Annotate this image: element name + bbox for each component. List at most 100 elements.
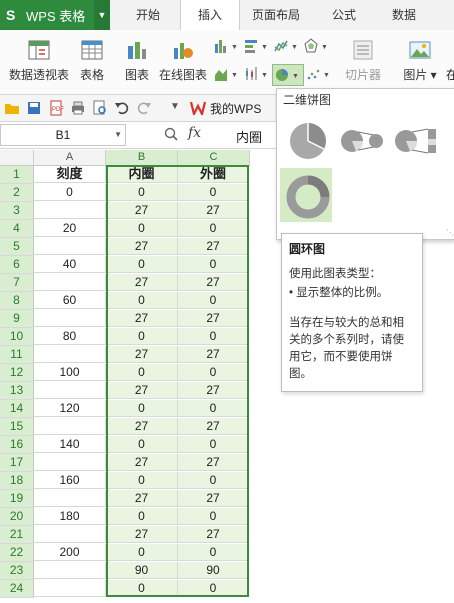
cell-b9[interactable]: 27 [106, 310, 178, 327]
line-chart-type-icon[interactable]: ▼ [274, 38, 300, 54]
slicer-button[interactable]: 切片器 [340, 34, 386, 88]
cell-a8[interactable]: 60 [34, 292, 106, 309]
cell-b16[interactable]: 0 [106, 436, 178, 453]
cell-b19[interactable]: 27 [106, 490, 178, 507]
row-header[interactable]: 6 [0, 256, 34, 274]
save-icon[interactable] [26, 100, 42, 116]
cell-c10[interactable]: 0 [178, 328, 249, 345]
column-header-a[interactable]: A [34, 150, 106, 166]
row-header[interactable]: 24 [0, 580, 34, 598]
cell-a4[interactable]: 20 [34, 220, 106, 237]
cell-b14[interactable]: 0 [106, 400, 178, 417]
cell-a1[interactable]: 刻度 [34, 166, 106, 183]
cell-c1[interactable]: 外圈 [178, 166, 249, 183]
name-box[interactable]: B1 ▼ [0, 124, 126, 146]
zoom-search-icon[interactable] [164, 127, 178, 141]
app-menu-button[interactable]: S WPS 表格 ▼ [0, 0, 110, 30]
row-header[interactable]: 20 [0, 508, 34, 526]
row-header[interactable]: 18 [0, 472, 34, 490]
cell-b11[interactable]: 27 [106, 346, 178, 363]
picture-button[interactable]: 图片 ▾ [398, 34, 442, 88]
cell-a10[interactable]: 80 [34, 328, 106, 345]
cell-c5[interactable]: 27 [178, 238, 249, 255]
row-header[interactable]: 4 [0, 220, 34, 238]
pivot-table-button[interactable]: 数据透视表 [6, 34, 72, 88]
cell-b7[interactable]: 27 [106, 274, 178, 291]
cell-b2[interactable]: 0 [106, 184, 178, 201]
cell-c8[interactable]: 0 [178, 292, 249, 309]
cell-a13[interactable] [34, 382, 106, 399]
row-header[interactable]: 21 [0, 526, 34, 544]
cell-a7[interactable] [34, 274, 106, 291]
cell-c20[interactable]: 0 [178, 508, 249, 525]
pie-chart-option[interactable] [286, 115, 330, 163]
chart-button[interactable]: 图表 [120, 34, 154, 88]
cell-a18[interactable]: 160 [34, 472, 106, 489]
row-header[interactable]: 10 [0, 328, 34, 346]
redo-icon[interactable] [136, 100, 152, 116]
cell-c19[interactable]: 27 [178, 490, 249, 507]
cell-c23[interactable]: 90 [178, 562, 249, 579]
row-header[interactable]: 15 [0, 418, 34, 436]
cell-c21[interactable]: 27 [178, 526, 249, 543]
cell-b23[interactable]: 90 [106, 562, 178, 579]
cell-a6[interactable]: 40 [34, 256, 106, 273]
doughnut-chart-option[interactable] [280, 168, 332, 222]
cell-a22[interactable]: 200 [34, 544, 106, 561]
cell-a24[interactable] [34, 580, 106, 597]
cell-a5[interactable] [34, 238, 106, 255]
cell-b12[interactable]: 0 [106, 364, 178, 381]
cell-b20[interactable]: 0 [106, 508, 178, 525]
tab-formula[interactable]: 公式 [314, 0, 374, 30]
cell-c2[interactable]: 0 [178, 184, 249, 201]
open-folder-icon[interactable] [4, 100, 20, 116]
cell-b10[interactable]: 0 [106, 328, 178, 345]
tab-insert[interactable]: 插入 [180, 0, 240, 31]
cell-b15[interactable]: 27 [106, 418, 178, 435]
row-header[interactable]: 17 [0, 454, 34, 472]
row-header[interactable]: 11 [0, 346, 34, 364]
cell-c18[interactable]: 0 [178, 472, 249, 489]
cell-c9[interactable]: 27 [178, 310, 249, 327]
cell-b1[interactable]: 内圈 [106, 166, 178, 183]
print-preview-icon[interactable] [92, 100, 108, 116]
column-chart-type-icon[interactable]: ▼ [214, 38, 240, 54]
cell-c11[interactable]: 27 [178, 346, 249, 363]
cell-a14[interactable]: 120 [34, 400, 106, 417]
row-header[interactable]: 16 [0, 436, 34, 454]
cell-a23[interactable] [34, 562, 106, 579]
cell-c22[interactable]: 0 [178, 544, 249, 561]
cell-c14[interactable]: 0 [178, 400, 249, 417]
cell-b5[interactable]: 27 [106, 238, 178, 255]
cell-a17[interactable] [34, 454, 106, 471]
row-header[interactable]: 8 [0, 292, 34, 310]
row-header[interactable]: 13 [0, 382, 34, 400]
stock-chart-type-icon[interactable]: ▼ [244, 66, 270, 82]
chevron-down-icon[interactable]: ▼ [94, 0, 110, 30]
row-header[interactable]: 19 [0, 490, 34, 508]
pie-of-pie-chart-option[interactable] [338, 115, 386, 163]
cell-a11[interactable] [34, 346, 106, 363]
cell-b8[interactable]: 0 [106, 292, 178, 309]
row-header[interactable]: 2 [0, 184, 34, 202]
cell-c7[interactable]: 27 [178, 274, 249, 291]
row-header[interactable]: 22 [0, 544, 34, 562]
cell-b18[interactable]: 0 [106, 472, 178, 489]
cell-b24[interactable]: 0 [106, 580, 178, 597]
select-all-corner[interactable] [0, 150, 34, 166]
cell-c6[interactable]: 0 [178, 256, 249, 273]
cell-a16[interactable]: 140 [34, 436, 106, 453]
scatter-chart-type-icon[interactable]: ▼ [306, 66, 332, 82]
area-chart-type-icon[interactable]: ▼ [214, 66, 240, 82]
cell-a15[interactable] [34, 418, 106, 435]
cell-b22[interactable]: 0 [106, 544, 178, 561]
bar-of-pie-chart-option[interactable] [392, 115, 440, 163]
cell-c15[interactable]: 27 [178, 418, 249, 435]
row-header[interactable]: 1 [0, 166, 34, 184]
undo-icon[interactable] [114, 100, 130, 116]
row-header[interactable]: 23 [0, 562, 34, 580]
row-header[interactable]: 7 [0, 274, 34, 292]
cell-b4[interactable]: 0 [106, 220, 178, 237]
export-pdf-icon[interactable]: PDF [48, 100, 64, 116]
online-chart-button[interactable]: 在线图表 [156, 34, 210, 88]
